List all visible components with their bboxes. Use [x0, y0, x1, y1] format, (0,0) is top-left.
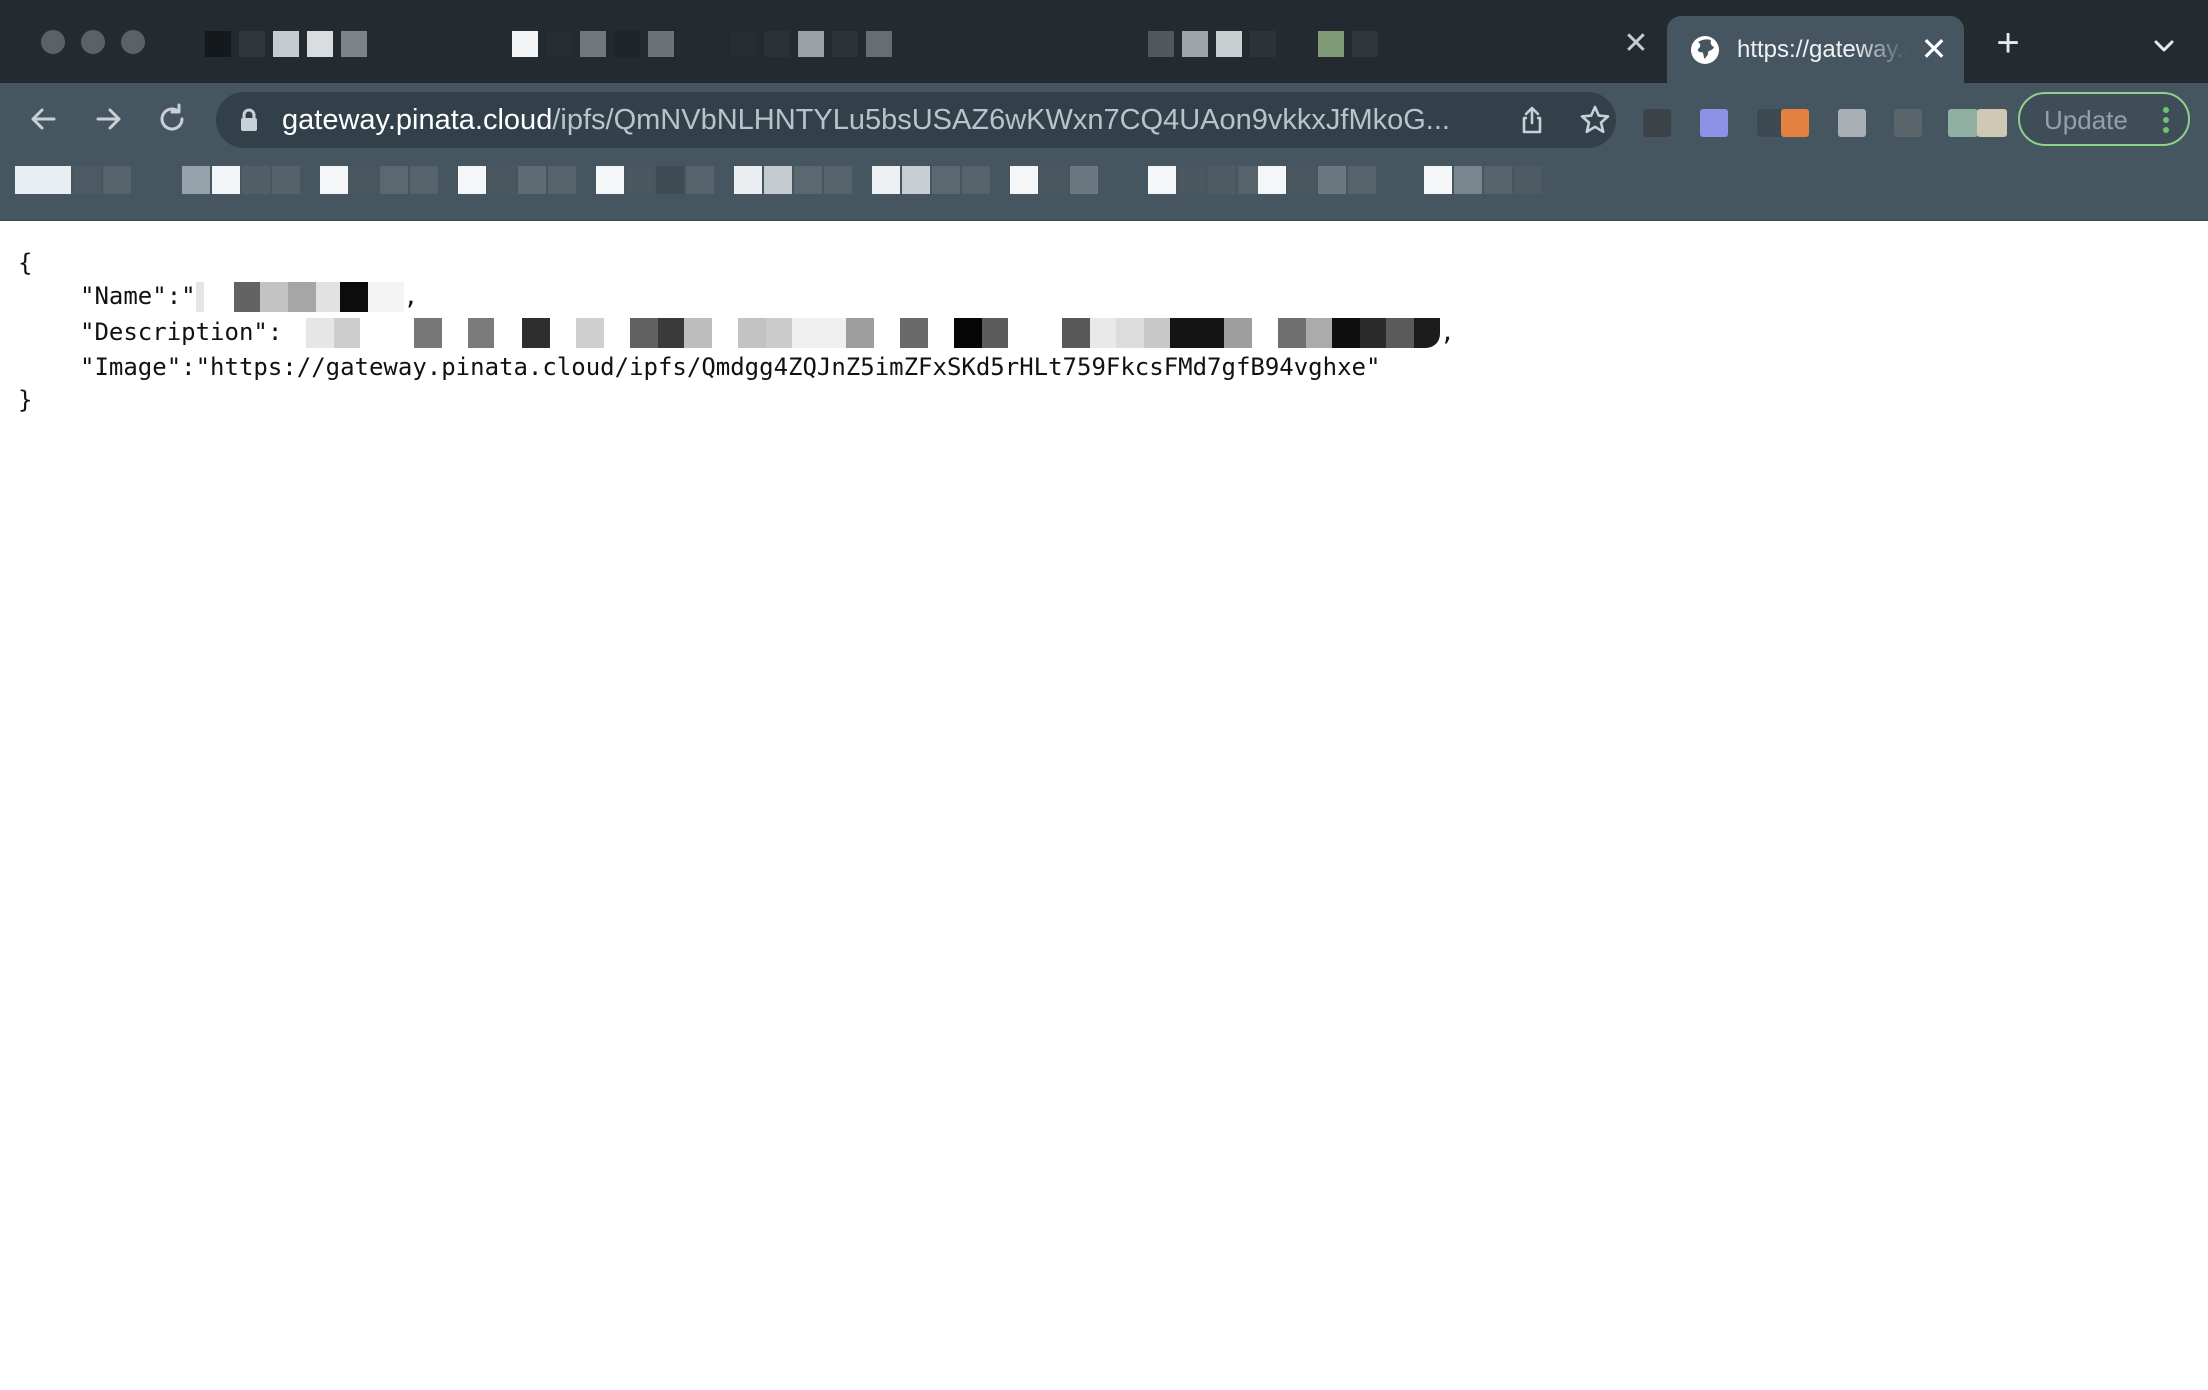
browser-toolbar: gateway.pinata.cloud/ipfs/QmNVbNLHNTYLu5… — [0, 83, 2208, 156]
tab-inactive[interactable] — [1148, 16, 1378, 72]
tab-favicon-icon — [205, 31, 231, 57]
url-path: /ipfs/QmNVbNLHNTYLu5bsUSAZ6wKWxn7CQ4UAon… — [552, 104, 1450, 136]
tab-inactive[interactable] — [730, 16, 892, 72]
extension-icon[interactable] — [1643, 109, 1671, 137]
bookmark-item[interactable] — [872, 166, 990, 194]
tab-favicon-icon — [273, 31, 299, 57]
json-name-key: "Name":" — [80, 282, 196, 310]
tab-active[interactable]: https://gateway.pinata.cloud/ipfs/QmNVbN… — [1667, 16, 1964, 83]
bookmark-item[interactable] — [1010, 166, 1098, 194]
json-open-brace: { — [18, 249, 33, 277]
extension-icon[interactable] — [1838, 109, 1866, 137]
tab-favicon-icon — [798, 31, 824, 57]
forward-arrow-icon[interactable] — [88, 99, 128, 139]
url-text[interactable]: gateway.pinata.cloud/ipfs/QmNVbNLHNTYLu5… — [282, 102, 1512, 138]
bookmark-item[interactable] — [1258, 166, 1376, 194]
globe-icon — [1691, 36, 1719, 64]
tab-title: https://gateway.pinata.cloud/ipfs/QmNVbN… — [1737, 36, 1907, 63]
new-tab-button[interactable]: + — [1990, 23, 2026, 63]
bookmark-star-icon[interactable] — [1578, 103, 1612, 137]
tab-inactive[interactable] — [205, 16, 367, 72]
url-host: gateway.pinata.cloud — [282, 104, 553, 136]
json-description-key: "Description": — [80, 318, 283, 346]
bookmark-item[interactable] — [596, 166, 714, 194]
json-image-key: "Image": — [80, 353, 196, 381]
bookmark-item[interactable] — [1424, 166, 1542, 194]
address-bar[interactable]: gateway.pinata.cloud/ipfs/QmNVbNLHNTYLu5… — [216, 92, 1616, 148]
tab-favicon-icon — [580, 31, 606, 57]
extension-icon[interactable] — [1781, 109, 1809, 137]
tab-favicon-icon — [1318, 31, 1344, 57]
tab-close-button[interactable]: ✕ — [1919, 33, 1949, 65]
update-label: Update — [2044, 105, 2128, 135]
tab-strip: ✕ https://gateway.pinata.cloud/ipfs/QmNV… — [0, 0, 2208, 83]
window-zoom-button[interactable] — [121, 30, 145, 54]
reload-icon[interactable] — [152, 99, 192, 139]
extension-icon[interactable] — [1700, 109, 1728, 137]
extension-icon[interactable] — [1894, 109, 1922, 137]
redacted-description-value — [306, 318, 1441, 348]
json-image-value[interactable]: "https://gateway.pinata.cloud/ipfs/Qmdgg… — [196, 353, 1381, 381]
tab-favicon-icon — [512, 31, 538, 57]
back-arrow-icon[interactable] — [24, 99, 64, 139]
json-name-suffix: , — [403, 282, 419, 310]
extension-icon[interactable] — [1948, 109, 1978, 137]
more-vert-icon[interactable] — [2162, 106, 2170, 134]
update-button[interactable]: Update — [2018, 92, 2190, 146]
lock-icon[interactable] — [238, 108, 260, 132]
tab-inactive[interactable] — [512, 16, 674, 72]
bookmark-item[interactable] — [458, 166, 576, 194]
bookmark-item[interactable] — [320, 166, 438, 194]
json-close-brace: } — [18, 386, 33, 414]
tab-favicon-icon — [1216, 31, 1242, 57]
bookmark-item[interactable] — [15, 166, 131, 194]
redacted-name-value — [195, 282, 404, 312]
json-description-line: "Description":, — [80, 315, 1455, 349]
json-description-suffix: , — [1440, 318, 1455, 346]
tab-favicon-icon — [866, 31, 892, 57]
bookmark-item[interactable] — [182, 166, 300, 194]
json-image-line: "Image":"https://gateway.pinata.cloud/ip… — [80, 350, 1380, 384]
bookmark-item[interactable] — [734, 166, 852, 194]
extension-icon[interactable] — [1977, 109, 2007, 137]
window-minimize-button[interactable] — [81, 30, 105, 54]
bookmarks-bar — [0, 156, 2208, 221]
chevron-down-icon[interactable] — [2150, 32, 2178, 60]
bookmark-item[interactable] — [1148, 166, 1266, 194]
share-icon[interactable] — [1516, 104, 1548, 136]
window-close-button[interactable] — [41, 30, 65, 54]
tab-close-button[interactable]: ✕ — [1622, 29, 1650, 59]
json-name-line: "Name":", — [80, 279, 418, 313]
